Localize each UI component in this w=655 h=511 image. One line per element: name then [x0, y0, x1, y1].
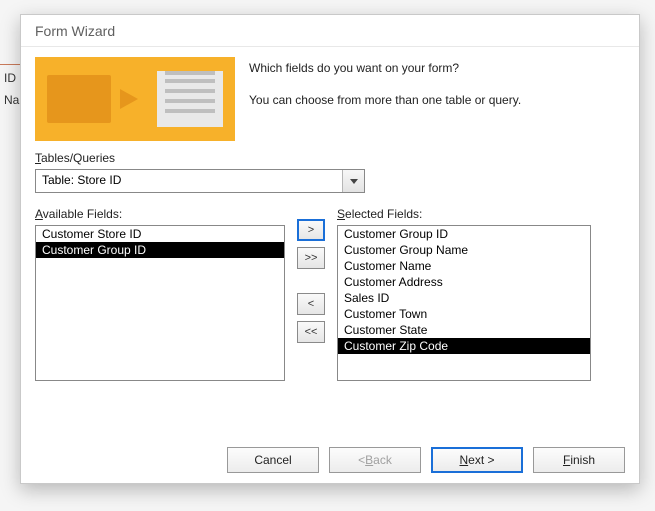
tables-queries-value: Table: Store ID — [36, 170, 342, 192]
tables-queries-dropdown[interactable]: Table: Store ID — [35, 169, 365, 193]
wizard-footer: Cancel < Back Next > Finish — [227, 447, 625, 473]
add-field-button[interactable]: > — [297, 219, 325, 241]
selected-fields-list[interactable]: Customer Group IDCustomer Group NameCust… — [337, 225, 591, 381]
finish-button[interactable]: Finish — [533, 447, 625, 473]
move-buttons: > >> < << — [297, 205, 325, 381]
selected-field-item[interactable]: Customer Name — [338, 258, 590, 274]
selected-field-item[interactable]: Customer Zip Code — [338, 338, 590, 354]
intro-text: Which fields do you want on your form? Y… — [249, 57, 521, 141]
available-field-item[interactable]: Customer Store ID — [36, 226, 284, 242]
selected-fields-label: Selected Fields: — [337, 207, 591, 221]
tables-queries-label: Tables/Queries — [35, 151, 625, 165]
intro-line-2: You can choose from more than one table … — [249, 93, 521, 107]
form-wizard-dialog: Form Wizard Which fields do you want on … — [20, 14, 640, 484]
add-all-fields-button[interactable]: >> — [297, 247, 325, 269]
dropdown-toggle[interactable] — [342, 170, 364, 192]
selected-field-item[interactable]: Customer State — [338, 322, 590, 338]
wizard-illustration — [35, 57, 235, 141]
back-button[interactable]: < Back — [329, 447, 421, 473]
selected-field-item[interactable]: Customer Group ID — [338, 226, 590, 242]
available-field-item[interactable]: Customer Group ID — [36, 242, 284, 258]
next-button[interactable]: Next > — [431, 447, 523, 473]
available-fields-label: Available Fields: — [35, 207, 285, 221]
chevron-down-icon — [350, 179, 358, 184]
selected-field-item[interactable]: Customer Group Name — [338, 242, 590, 258]
available-fields-list[interactable]: Customer Store IDCustomer Group ID — [35, 225, 285, 381]
selected-field-item[interactable]: Sales ID — [338, 290, 590, 306]
remove-field-button[interactable]: < — [297, 293, 325, 315]
selected-field-item[interactable]: Customer Address — [338, 274, 590, 290]
selected-field-item[interactable]: Customer Town — [338, 306, 590, 322]
cancel-button[interactable]: Cancel — [227, 447, 319, 473]
intro-line-1: Which fields do you want on your form? — [249, 61, 521, 75]
dialog-title: Form Wizard — [21, 15, 639, 47]
remove-all-fields-button[interactable]: << — [297, 321, 325, 343]
